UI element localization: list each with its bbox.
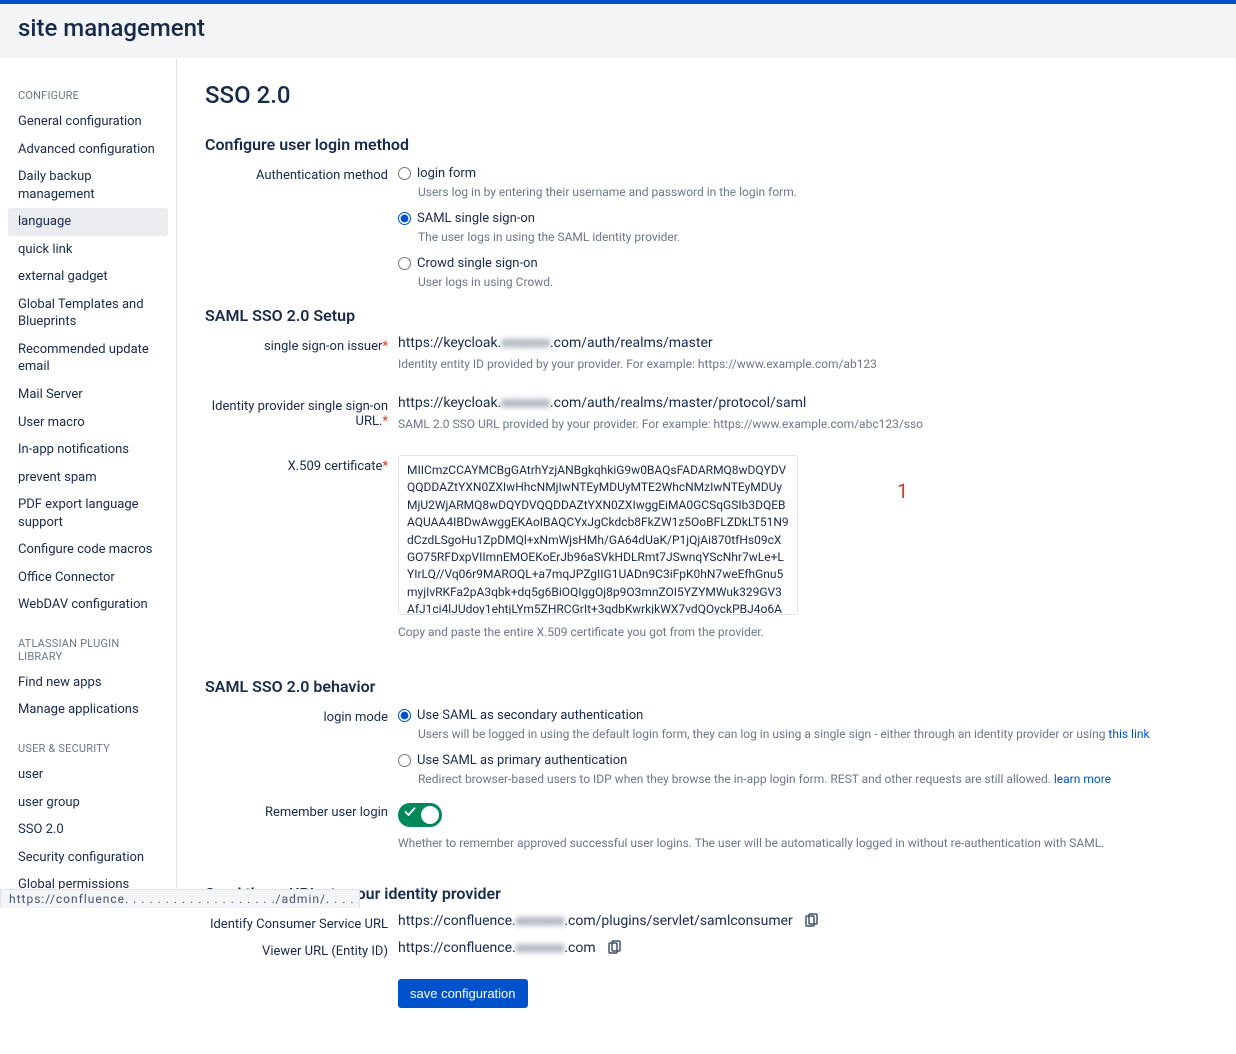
idp-url-help: SAML 2.0 SSO URL provided by your provid… — [398, 416, 1206, 433]
auth-method-option-label: login form — [417, 166, 476, 181]
sidebar-item[interactable]: user group — [8, 789, 168, 817]
auth-method-option-label: Crowd single sign-on — [417, 256, 538, 271]
issuer-label: single sign-on issuer — [264, 339, 382, 354]
acs-url-label: Identify Consumer Service URL — [205, 913, 398, 932]
check-icon — [404, 806, 416, 822]
auth-method-option-desc: User logs in using Crowd. — [418, 274, 1206, 291]
sidebar-section-label: CONFIGURE — [18, 89, 158, 102]
section-saml-behavior: SAML SSO 2.0 behavior — [205, 677, 1206, 696]
sidebar-item[interactable]: In-app notifications — [8, 436, 168, 464]
login-mode-primary-radio[interactable] — [398, 754, 411, 767]
sidebar-item[interactable]: Daily backup management — [8, 163, 168, 208]
sidebar-item[interactable]: Security configuration — [8, 844, 168, 872]
login-mode-secondary-label: Use SAML as secondary authentication — [417, 708, 643, 723]
sidebar-item[interactable]: Manage applications — [8, 696, 168, 724]
sidebar-item[interactable]: PDF export language support — [8, 491, 168, 536]
cert-label: X.509 certificate — [288, 459, 383, 474]
auth-method-radio[interactable] — [398, 257, 411, 270]
learn-more-link[interactable]: learn more — [1054, 772, 1111, 786]
header: site management — [0, 4, 1236, 59]
auth-method-radio[interactable] — [398, 167, 411, 180]
sidebar-section-label: ATLASSIAN PLUGIN LIBRARY — [18, 637, 158, 663]
login-mode-secondary-radio[interactable] — [398, 709, 411, 722]
auth-method-label: Authentication method — [205, 164, 398, 183]
sidebar-item[interactable]: Find new apps — [8, 669, 168, 697]
page-title: SSO 2.0 — [205, 81, 1206, 109]
remember-label: Remember user login — [205, 803, 398, 820]
save-configuration-button[interactable]: save configuration — [398, 979, 528, 1008]
idp-url-label: Identity provider single sign-on URL. — [212, 399, 388, 429]
auth-method-option-desc: The user logs in using the SAML identity… — [418, 229, 1206, 246]
login-mode-label: login mode — [205, 706, 398, 725]
sidebar-section-label: USER & SECURITY — [18, 742, 158, 755]
auth-method-option-label: SAML single sign-on — [417, 211, 535, 226]
auth-method-option-desc: Users log in by entering their username … — [418, 184, 1206, 201]
remember-help: Whether to remember approved successful … — [398, 835, 1206, 852]
sidebar-item[interactable]: SSO 2.0 — [8, 816, 168, 844]
auth-method-radio[interactable] — [398, 212, 411, 225]
viewer-url-label: Viewer URL (Entity ID) — [205, 940, 398, 959]
sidebar-item[interactable]: Mail Server — [8, 381, 168, 409]
sidebar-item[interactable]: Recommended update email — [8, 336, 168, 381]
issuer-input[interactable]: https://keycloak.xxxxxxx.com/auth/realms… — [398, 335, 1206, 351]
sidebar-item[interactable]: Global Templates and Blueprints — [8, 291, 168, 336]
sidebar-item[interactable]: WebDAV configuration — [8, 591, 168, 619]
sidebar-item[interactable]: prevent spam — [8, 464, 168, 492]
this-link[interactable]: this link — [1108, 727, 1149, 741]
acs-url-input[interactable]: https://confluence.xxxxxxx.com/plugins/s… — [398, 913, 793, 929]
header-title: site management — [18, 14, 1218, 42]
cert-textarea[interactable]: MIICmzCCAYMCBgGAtrhYzjANBgkqhkiG9w0BAQsF… — [398, 455, 798, 615]
sidebar-item[interactable]: external gadget — [8, 263, 168, 291]
login-mode-primary-label: Use SAML as primary authentication — [417, 753, 627, 768]
sidebar-item[interactable]: Advanced configuration — [8, 136, 168, 164]
section-saml-setup: SAML SSO 2.0 Setup — [205, 306, 1206, 325]
status-bar-url: https://confluence. . . . . . . . . . . … — [0, 889, 360, 908]
sidebar-item[interactable]: quick link — [8, 236, 168, 264]
sidebar-item[interactable]: Configure code macros — [8, 536, 168, 564]
sidebar-item[interactable]: Office Connector — [8, 564, 168, 592]
issuer-help: Identity entity ID provided by your prov… — [398, 356, 1206, 373]
copy-icon[interactable] — [606, 940, 622, 956]
copy-icon[interactable] — [803, 913, 819, 929]
sidebar-item[interactable]: language — [8, 208, 168, 236]
sidebar: CONFIGURE General configurationAdvanced c… — [0, 59, 177, 899]
remember-toggle[interactable] — [398, 803, 442, 827]
sidebar-item[interactable]: user — [8, 761, 168, 789]
cert-help: Copy and paste the entire X.509 certific… — [398, 624, 1206, 641]
viewer-url-input[interactable]: https://confluence.xxxxxxx.com — [398, 940, 596, 956]
sidebar-item[interactable]: User macro — [8, 409, 168, 437]
annotation-marker: 1 — [897, 479, 908, 503]
section-configure-login: Configure user login method — [205, 135, 1206, 154]
idp-url-input[interactable]: https://keycloak.xxxxxxx.com/auth/realms… — [398, 395, 1206, 411]
sidebar-item[interactable]: General configuration — [8, 108, 168, 136]
